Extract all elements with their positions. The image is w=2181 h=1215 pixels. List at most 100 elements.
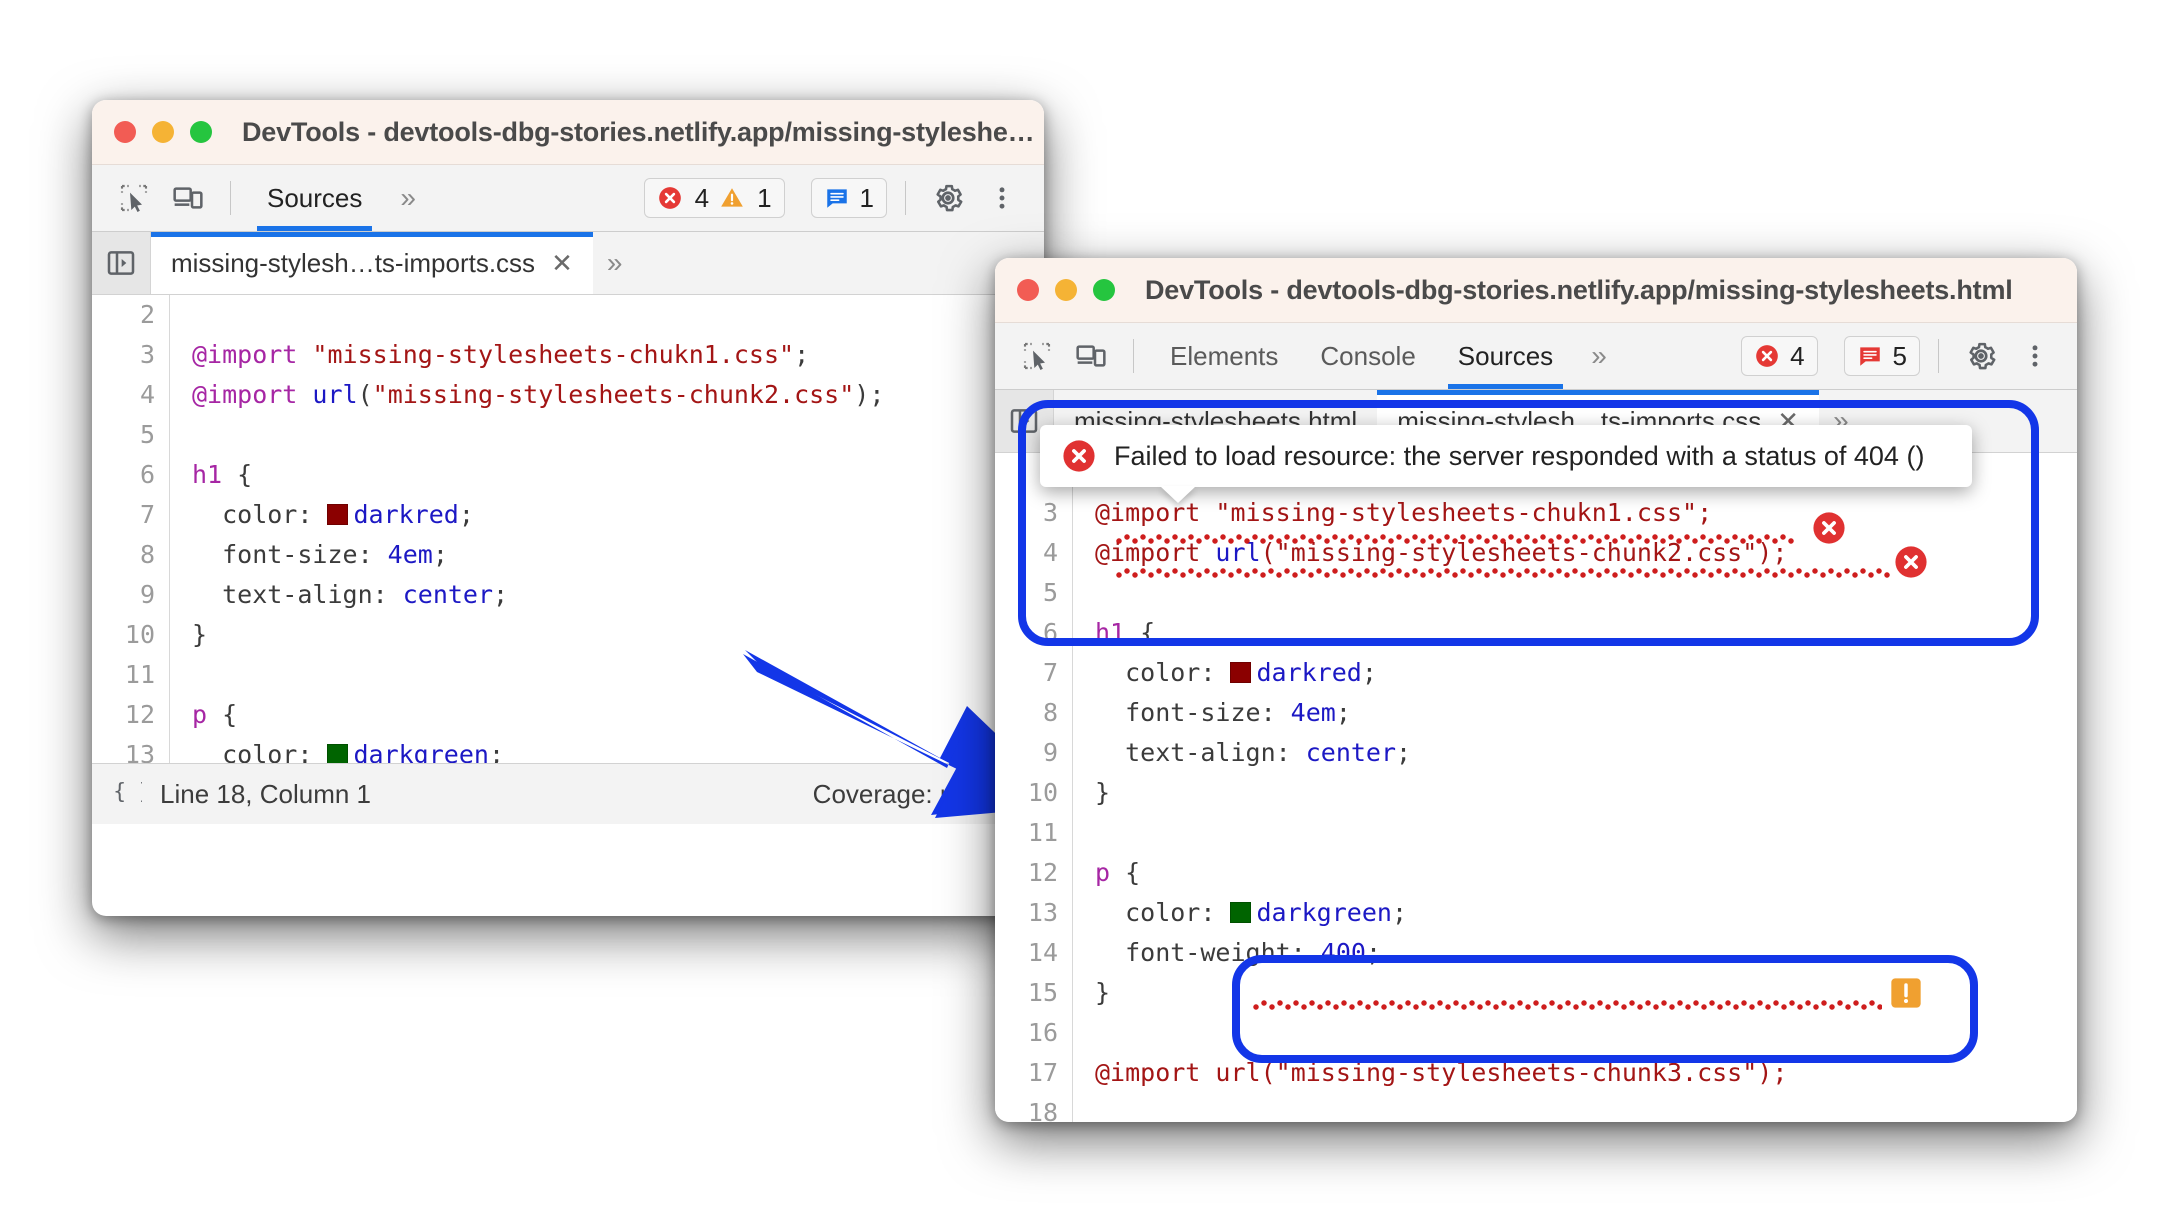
code-line[interactable]: 5 <box>92 415 1044 455</box>
code-token: h1 <box>192 460 223 489</box>
tab-sources[interactable]: Sources <box>1440 323 1571 389</box>
minimize-button[interactable] <box>152 121 174 143</box>
inline-warning-icon-line17[interactable] <box>1890 977 1922 1009</box>
code-text: p { <box>170 695 237 735</box>
code-token: color: <box>192 740 328 763</box>
code-token: ; <box>1396 738 1412 767</box>
window2-traffic-lights[interactable] <box>1017 279 1115 301</box>
error-icon <box>658 187 681 209</box>
code-token: h1 <box>1095 618 1126 647</box>
tabstrip-overflow-icon[interactable]: » <box>593 232 637 294</box>
code-line[interactable]: 3 @import "missing-stylesheets-chukn1.css… <box>995 493 2077 533</box>
code-line[interactable]: 9 text-align: center; <box>92 575 1044 615</box>
code-line[interactable]: 14 font-weight: 400; <box>995 933 2077 973</box>
code-token: font-size: <box>1095 698 1291 727</box>
tab-elements[interactable]: Elements <box>1152 323 1296 389</box>
kebab-menu-icon[interactable] <box>978 174 1026 222</box>
code-line[interactable]: 7 color: darkred; <box>92 495 1044 535</box>
warning-count-item[interactable]: 1 <box>719 183 772 214</box>
code-text: font-size: 4em; <box>1073 693 1351 733</box>
chevron-double-right-icon[interactable]: » <box>386 165 430 231</box>
zoom-button[interactable] <box>1093 279 1115 301</box>
code-token: darkgreen <box>1256 898 1392 927</box>
inspect-element-icon[interactable] <box>110 174 158 222</box>
code-line[interactable]: 17 @import url("missing-stylesheets-chunk… <box>995 1053 2077 1093</box>
line-number: 11 <box>92 655 170 695</box>
inline-error-icon-line4[interactable] <box>1894 545 1928 579</box>
code-line[interactable]: 9 text-align: center; <box>995 733 2077 773</box>
code-token: "missing-stylesheets-chukn1.css" <box>312 340 795 369</box>
error-count: 4 <box>694 182 710 213</box>
error-count-item[interactable]: 4 <box>657 183 709 214</box>
chevron-double-right-icon[interactable]: » <box>1577 323 1621 389</box>
kebab-menu-icon[interactable] <box>2011 332 2059 380</box>
line-number: 8 <box>92 535 170 575</box>
code-line[interactable]: 10} <box>995 773 2077 813</box>
code-line[interactable]: 7 color: darkred; <box>995 653 2077 693</box>
code-text: p { <box>1073 853 1140 893</box>
show-navigator-icon[interactable] <box>92 232 151 294</box>
code-line[interactable]: 13 color: darkgreen; <box>995 893 2077 933</box>
color-swatch[interactable] <box>1230 902 1252 923</box>
inspect-element-icon[interactable] <box>1013 332 1061 380</box>
close-icon[interactable]: ✕ <box>551 248 573 279</box>
gear-icon[interactable] <box>924 174 972 222</box>
code-text: h1 { <box>1073 613 1155 653</box>
minimize-button[interactable] <box>1055 279 1077 301</box>
code-text: } <box>170 615 207 655</box>
message-count: 1 <box>859 182 874 213</box>
code-token: { <box>1110 858 1141 887</box>
code-line[interactable]: 3 @import "missing-stylesheets-chukn1.css… <box>92 335 1044 375</box>
code-line[interactable]: 18 <box>995 1093 2077 1122</box>
tab-console[interactable]: Console <box>1302 323 1433 389</box>
code-text: @import "missing-stylesheets-chukn1.css"… <box>170 335 809 375</box>
code-line[interactable]: 6 h1 { <box>995 613 2077 653</box>
device-toolbar-icon[interactable] <box>164 174 212 222</box>
code-token: url <box>312 380 358 409</box>
inline-error-icon-line3[interactable] <box>1812 511 1846 545</box>
code-line[interactable]: 5 <box>995 573 2077 613</box>
code-token: 4em <box>1290 698 1336 727</box>
code-token: p <box>192 700 208 729</box>
messages-badge[interactable]: 1 <box>810 178 887 218</box>
cursor-position: Line 18, Column 1 <box>160 778 372 809</box>
code-line[interactable]: 11 <box>995 813 2077 853</box>
code-line[interactable]: 6 h1 { <box>92 455 1044 495</box>
line-number: 3 <box>995 493 1073 533</box>
code-line[interactable]: 8 font-size: 4em; <box>92 535 1044 575</box>
file-tab-imports-css[interactable]: missing-stylesh…ts-imports.css ✕ <box>151 232 593 294</box>
messages-badge[interactable]: 5 <box>1843 336 1920 376</box>
code-token: "missing-stylesheets-chukn1.css" <box>1215 498 1698 527</box>
code-text: color: darkgreen; <box>170 735 504 763</box>
close-button[interactable] <box>114 121 136 143</box>
code-line[interactable]: 2 <box>92 295 1044 335</box>
error-badge[interactable]: 4 <box>1741 336 1818 376</box>
window2-titlebar: DevTools - devtools-dbg-stories.netlify.… <box>995 258 2077 323</box>
window2-title: DevTools - devtools-dbg-stories.netlify.… <box>1145 274 2013 305</box>
error-tooltip-text: Failed to load resource: the server resp… <box>1114 440 1925 471</box>
window1-file-tabstrip: missing-stylesh…ts-imports.css ✕ » <box>92 232 1044 295</box>
tab-sources[interactable]: Sources <box>249 165 380 231</box>
code-token: "missing-stylesheets-chunk2.css" <box>372 380 855 409</box>
code-text: font-weight: 400; <box>1073 933 1381 973</box>
window1-traffic-lights[interactable] <box>114 121 212 143</box>
code-line[interactable]: 12 p { <box>995 853 2077 893</box>
code-line[interactable]: 4 @import url("missing-stylesheets-chunk2… <box>92 375 1044 415</box>
code-token: ( <box>1260 1058 1276 1087</box>
warning-icon <box>721 188 743 207</box>
close-button[interactable] <box>1017 279 1039 301</box>
color-swatch[interactable] <box>327 744 349 763</box>
code-line[interactable]: 8 font-size: 4em; <box>995 693 2077 733</box>
window2-devtools-toolbar: Elements Console Sources » 4 5 <box>995 323 2077 390</box>
device-toolbar-icon[interactable] <box>1067 332 1115 380</box>
pretty-print-icon[interactable]: { } <box>112 776 151 813</box>
zoom-button[interactable] <box>190 121 212 143</box>
color-swatch[interactable] <box>1230 662 1252 683</box>
code-token: 400 <box>1320 938 1366 967</box>
code-line[interactable]: 16 <box>995 1013 2077 1053</box>
line-number: 4 <box>92 375 170 415</box>
gear-icon[interactable] <box>1957 332 2005 380</box>
color-swatch[interactable] <box>327 504 349 525</box>
svg-text:{ }: { } <box>113 779 142 804</box>
issues-badge-group[interactable]: 4 1 <box>643 178 785 218</box>
